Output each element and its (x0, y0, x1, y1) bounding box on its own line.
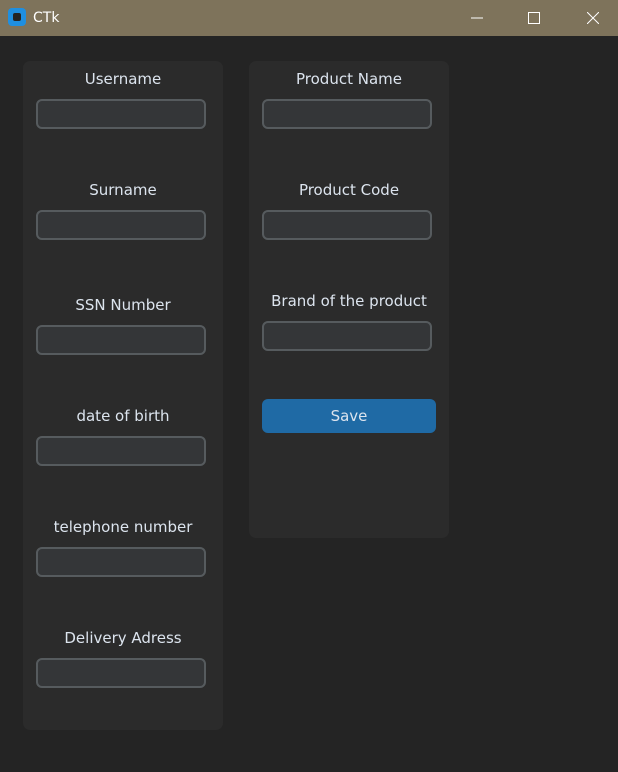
maximize-button[interactable] (511, 0, 557, 36)
app-icon (8, 8, 26, 26)
close-button[interactable] (570, 0, 616, 36)
telephone-number-label: telephone number (53, 518, 193, 536)
date-of-birth-label: date of birth (76, 407, 170, 425)
customer-form-panel: Username Surname SSN Number date of birt… (23, 61, 223, 730)
product-name-label: Product Name (296, 70, 402, 88)
delivery-address-label: Delivery Adress (64, 629, 182, 647)
maximize-icon (528, 12, 540, 24)
window-title: CTk (33, 10, 60, 26)
minimize-icon (471, 17, 483, 19)
product-name-field[interactable] (262, 99, 432, 129)
date-of-birth-field[interactable] (36, 436, 206, 466)
username-label: Username (84, 70, 162, 88)
title-bar[interactable]: CTk (0, 0, 618, 36)
close-icon (587, 12, 599, 24)
app-window: CTk Username Surname SSN Number date of … (0, 0, 618, 772)
delivery-address-field[interactable] (36, 658, 206, 688)
save-button[interactable]: Save (262, 399, 436, 433)
product-brand-label: Brand of the product (271, 292, 427, 310)
ssn-number-label: SSN Number (75, 296, 171, 314)
product-code-field[interactable] (262, 210, 432, 240)
minimize-button[interactable] (454, 0, 500, 36)
surname-field[interactable] (36, 210, 206, 240)
product-brand-field[interactable] (262, 321, 432, 351)
telephone-number-field[interactable] (36, 547, 206, 577)
product-form-panel: Product Name Product Code Brand of the p… (249, 61, 449, 538)
surname-label: Surname (89, 181, 157, 199)
ssn-number-field[interactable] (36, 325, 206, 355)
product-code-label: Product Code (298, 181, 400, 199)
username-field[interactable] (36, 99, 206, 129)
